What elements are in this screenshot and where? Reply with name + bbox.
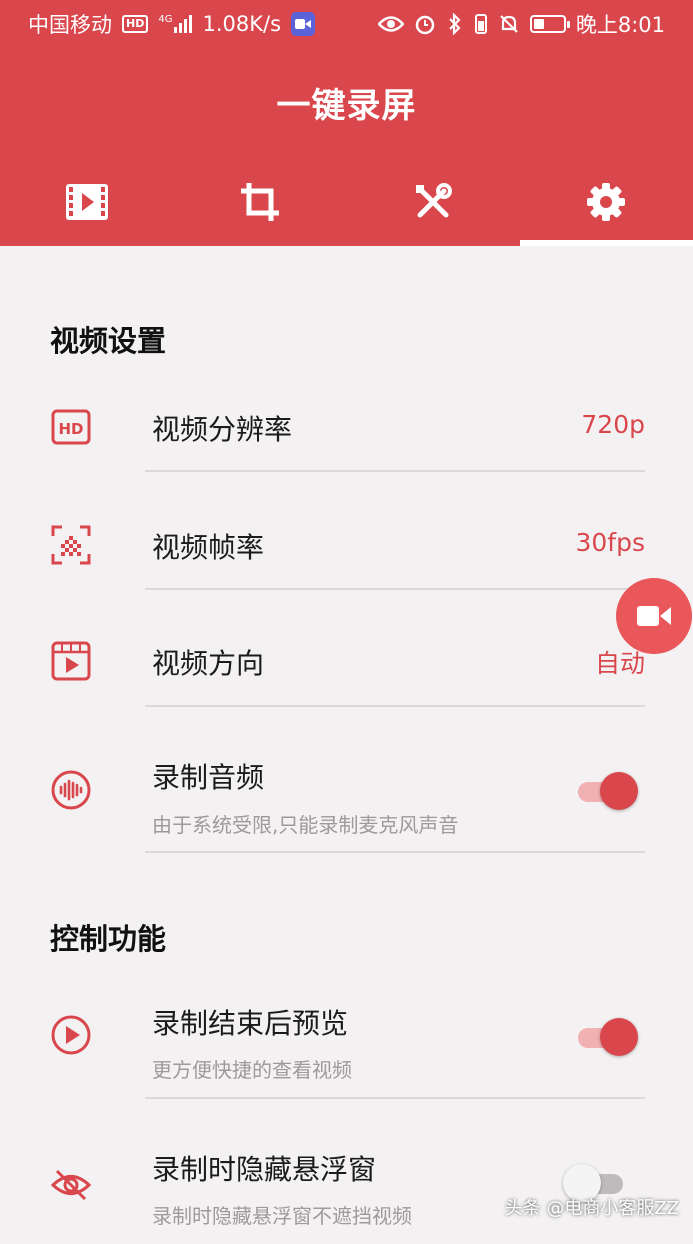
play-circle-icon xyxy=(51,1015,91,1055)
network-speed: 1.08K/s xyxy=(202,12,282,36)
divider xyxy=(145,1097,645,1099)
tab-crop[interactable] xyxy=(173,158,346,246)
video-frame-icon xyxy=(51,641,91,681)
section-title-video: 视频设置 xyxy=(50,324,167,358)
tab-tools[interactable] xyxy=(347,158,520,246)
settings-gear-icon xyxy=(587,183,626,221)
clock-text: 晚上8:01 xyxy=(575,13,665,37)
eye-icon xyxy=(377,16,404,32)
mute-icon xyxy=(500,15,518,33)
network-type: 4G xyxy=(158,14,173,25)
video-camera-icon xyxy=(637,606,671,626)
preview-after-label: 录制结束后预览 xyxy=(152,1007,349,1040)
hd-quality-icon: HD xyxy=(51,409,91,445)
app-title: 一键录屏 xyxy=(276,86,417,126)
row-record-audio[interactable]: 录制音频 由于系统受限,只能录制麦克风声音 xyxy=(0,738,693,852)
divider xyxy=(145,588,645,590)
watermark-text: 头条 @电商小客服ZZ xyxy=(504,1198,679,1219)
crop-icon xyxy=(240,183,279,221)
row-frame-rate[interactable]: 视频帧率 30fps xyxy=(0,504,693,590)
preview-after-sub: 更方便快捷的查看视频 xyxy=(152,1058,352,1082)
tab-settings[interactable] xyxy=(519,158,693,246)
hide-float-sub: 录制时隐藏悬浮窗不遮挡视频 xyxy=(152,1204,412,1228)
frame-rate-icon xyxy=(51,525,91,565)
audio-wave-icon xyxy=(51,770,91,810)
svg-text:HD: HD xyxy=(58,420,83,438)
hide-float-label: 录制时隐藏悬浮窗 xyxy=(152,1153,377,1186)
bluetooth-icon xyxy=(449,13,461,35)
record-audio-sub: 由于系统受限,只能录制麦克风声音 xyxy=(152,813,459,837)
tab-bar xyxy=(0,158,693,246)
hd-icon: HD xyxy=(122,15,149,33)
divider xyxy=(145,851,645,853)
section-title-control: 控制功能 xyxy=(50,922,167,956)
row-orientation[interactable]: 视频方向 自动 xyxy=(0,622,693,708)
preview-after-toggle[interactable] xyxy=(576,1016,638,1056)
video-list-icon xyxy=(65,184,108,220)
row-resolution[interactable]: HD 视频分辨率 720p xyxy=(0,386,693,472)
tools-icon xyxy=(416,183,453,218)
row-preview-after[interactable]: 录制结束后预览 更方便快捷的查看视频 xyxy=(0,984,693,1098)
tab-videos[interactable] xyxy=(0,158,173,246)
row-hide-float[interactable]: 录制时隐藏悬浮窗 录制时隐藏悬浮窗不遮挡视频 xyxy=(0,1130,693,1244)
app-badge-icon xyxy=(291,12,316,36)
carrier-text: 中国移动 xyxy=(28,13,112,37)
divider xyxy=(145,705,645,707)
resolution-label: 视频分辨率 xyxy=(152,413,293,446)
orientation-label: 视频方向 xyxy=(152,647,265,680)
battery-icon xyxy=(529,15,570,33)
record-audio-toggle[interactable] xyxy=(576,770,638,810)
record-audio-label: 录制音频 xyxy=(152,761,265,794)
resolution-value: 720p xyxy=(581,410,645,439)
alarm-icon xyxy=(415,15,435,35)
divider xyxy=(145,470,645,472)
status-bar: 中国移动 HD 4G 1.08K/s 晚上8:01 xyxy=(0,0,693,48)
frame-rate-value: 30fps xyxy=(575,528,645,557)
floating-record-button[interactable] xyxy=(616,578,692,654)
vibrate-icon xyxy=(474,14,487,34)
eye-off-icon xyxy=(50,1169,92,1201)
frame-rate-label: 视频帧率 xyxy=(152,531,265,564)
signal-icon: 4G xyxy=(158,14,193,33)
app-bar: 一键录屏 xyxy=(0,48,693,246)
